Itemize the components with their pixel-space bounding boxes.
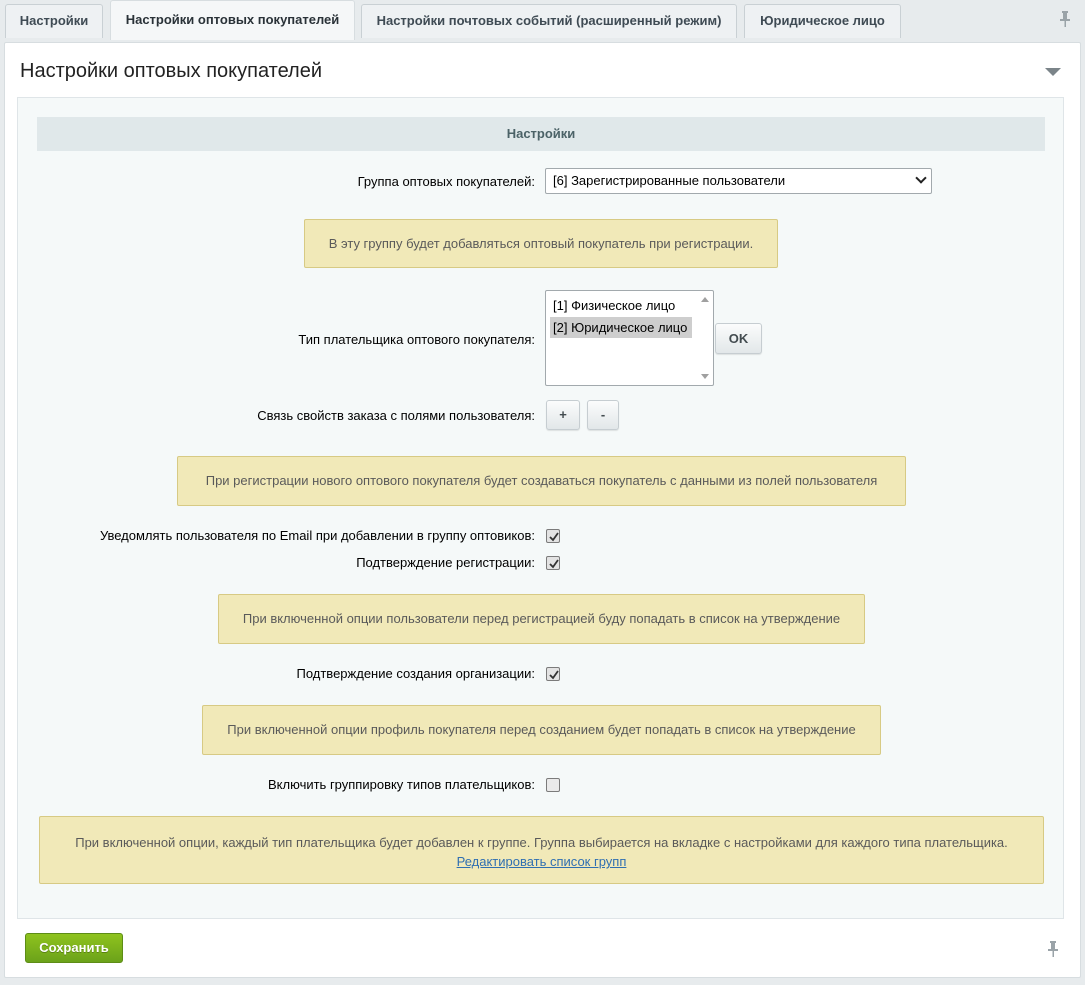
edit-groups-link[interactable]: Редактировать список групп — [457, 854, 627, 869]
payer-type-label: Тип плательщика оптового покупателя: — [298, 332, 535, 347]
list-item-payer-legal[interactable]: [2] Юридическое лицо — [550, 317, 692, 338]
checkmark-icon — [549, 670, 559, 680]
confirm-registration-note: При включенной опции пользователи перед … — [218, 594, 865, 644]
collapse-arrow-icon[interactable] — [1045, 68, 1061, 76]
chevron-down-icon — [915, 172, 927, 184]
notify-email-label: Уведомлять пользователя по Email при доб… — [99, 528, 535, 543]
wholesale-group-note: В эту группу будет добавляться оптовый п… — [304, 219, 778, 268]
wholesale-group-label: Группа оптовых покупателей: — [357, 174, 535, 189]
order-props-label: Связь свойств заказа с полями пользовате… — [257, 408, 535, 423]
confirm-org-note: При включенной опции профиль покупателя … — [202, 705, 881, 755]
add-prop-button[interactable]: + — [546, 400, 580, 430]
section-header: Настройки — [37, 117, 1045, 151]
pin-icon[interactable] — [1058, 10, 1072, 28]
confirm-registration-checkbox[interactable] — [546, 556, 560, 570]
confirm-org-checkbox[interactable] — [546, 667, 560, 681]
notify-email-checkbox[interactable] — [546, 529, 560, 543]
scroll-up-icon[interactable] — [701, 297, 709, 302]
settings-form: Настройки Группа оптовых покупателей: [6… — [17, 97, 1064, 919]
group-payer-types-note-text: При включенной опции, каждый тип платель… — [75, 835, 1008, 850]
checkmark-icon — [549, 559, 559, 569]
order-props-note: При регистрации нового оптового покупате… — [177, 456, 906, 506]
listbox-scrollbar[interactable] — [697, 291, 713, 385]
group-payer-types-label: Включить группировку типов плательщиков: — [268, 777, 535, 792]
page-title: Настройки оптовых покупателей — [20, 60, 322, 82]
confirm-org-label: Подтверждение создания организации: — [296, 666, 535, 681]
list-item-payer-individual[interactable]: [1] Физическое лицо — [550, 295, 692, 316]
remove-prop-button[interactable]: - — [587, 400, 619, 430]
save-button[interactable]: Сохранить — [25, 933, 123, 963]
settings-panel: Настройки оптовых покупателей Настройки … — [4, 42, 1081, 978]
group-payer-types-note: При включенной опции, каждый тип платель… — [39, 816, 1044, 884]
tab-mail-events[interactable]: Настройки почтовых событий (расширенный … — [361, 4, 737, 38]
checkmark-icon — [549, 532, 559, 542]
group-payer-types-checkbox[interactable] — [546, 778, 560, 792]
wholesale-group-value: [6] Зарегистрированные пользователи — [553, 173, 786, 188]
tab-settings[interactable]: Настройки — [5, 4, 103, 38]
payer-type-listbox[interactable]: [1] Физическое лицо [2] Юридическое лицо — [545, 290, 714, 386]
wholesale-group-select[interactable]: [6] Зарегистрированные пользователи — [545, 168, 932, 194]
tab-wholesale-settings[interactable]: Настройки оптовых покупателей — [110, 0, 355, 40]
scroll-down-icon[interactable] — [701, 374, 709, 379]
tab-bar: Настройки Настройки оптовых покупателей … — [0, 0, 1085, 40]
ok-button[interactable]: OK — [715, 323, 762, 354]
pin-icon[interactable] — [1046, 940, 1060, 958]
confirm-registration-label: Подтверждение регистрации: — [356, 555, 535, 570]
tab-legal-entity[interactable]: Юридическое лицо — [744, 4, 901, 38]
